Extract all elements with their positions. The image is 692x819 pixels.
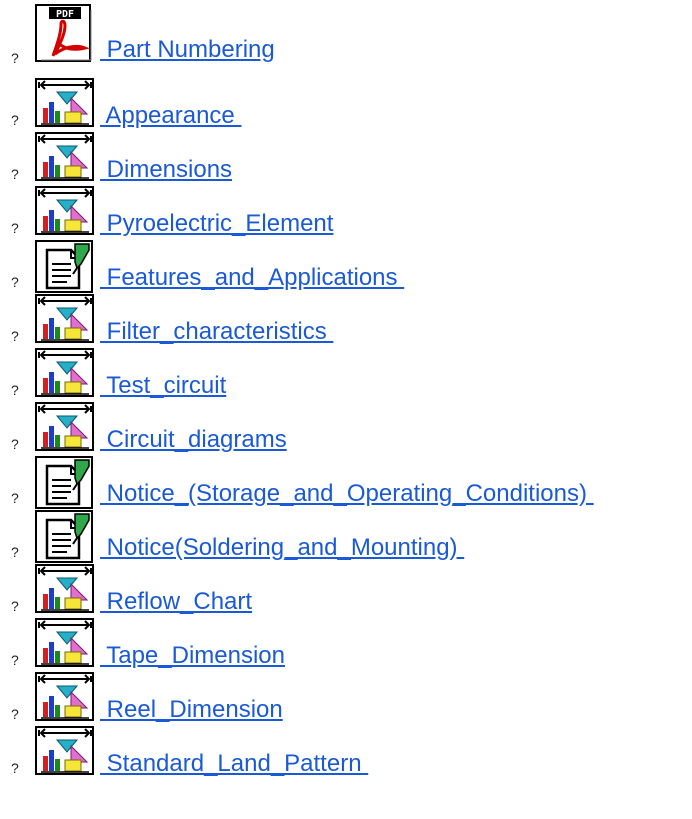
link-row: ? Tape_Dimension <box>0 618 692 674</box>
link-row: ? Test_circuit <box>0 348 692 404</box>
chart-icon[interactable] <box>35 564 95 614</box>
chart-icon[interactable] <box>35 294 95 344</box>
link-pyroelectric-element[interactable]: Pyroelectric_Element <box>100 210 334 238</box>
chart-icon[interactable] <box>35 618 95 668</box>
document-icon[interactable] <box>35 510 95 563</box>
bullet-marker: ? <box>11 382 19 398</box>
link-row: ? Circuit_diagrams <box>0 402 692 458</box>
link-row: ? Filter_characteristics <box>0 294 692 350</box>
chart-icon[interactable] <box>35 402 95 452</box>
bullet-marker: ? <box>11 220 19 236</box>
link-reflow-chart[interactable]: Reflow_Chart <box>100 588 252 616</box>
bullet-marker: ? <box>11 166 19 182</box>
bullet-marker: ? <box>11 706 19 722</box>
link-standard-land-pattern[interactable]: Standard_Land_Pattern <box>100 750 368 778</box>
bullet-marker: ? <box>11 50 19 66</box>
link-notice-storage-and-operating-conditions[interactable]: Notice_(Storage_and_Operating_Conditions… <box>100 480 594 508</box>
document-icon[interactable] <box>35 456 95 509</box>
bullet-marker: ? <box>11 436 19 452</box>
chart-icon[interactable] <box>35 672 95 722</box>
chart-icon[interactable] <box>35 348 95 398</box>
bullet-marker: ? <box>11 544 19 560</box>
link-test-circuit[interactable]: Test_circuit <box>100 372 226 400</box>
link-reel-dimension[interactable]: Reel_Dimension <box>100 696 283 724</box>
chart-icon[interactable] <box>35 132 95 182</box>
link-circuit-diagrams[interactable]: Circuit_diagrams <box>100 426 287 454</box>
link-row: ? Pyroelectric_Element <box>0 186 692 242</box>
svg-text:PDF: PDF <box>56 9 74 20</box>
bullet-marker: ? <box>11 490 19 506</box>
link-row: ? Standard_Land_Pattern <box>0 726 692 782</box>
bullet-marker: ? <box>11 652 19 668</box>
link-appearance[interactable]: Appearance <box>100 102 241 130</box>
link-row: ? PDF Part Numbering <box>0 0 692 66</box>
link-row: ? Dimensions <box>0 132 692 188</box>
bullet-marker: ? <box>11 760 19 776</box>
bullet-marker: ? <box>11 112 19 128</box>
chart-icon[interactable] <box>35 186 95 236</box>
link-row: ? Notice(Soldering_and_Mounting) <box>0 510 692 566</box>
link-row: ? Appearance <box>0 78 692 134</box>
link-features-and-applications[interactable]: Features_and_Applications <box>100 264 404 292</box>
link-row: ? Notice_(Storage_and_Operating_Conditio… <box>0 456 692 512</box>
link-row: ? Features_and_Applications <box>0 240 692 296</box>
chart-icon[interactable] <box>35 78 95 128</box>
link-row: ? Reel_Dimension <box>0 672 692 728</box>
link-filter-characteristics[interactable]: Filter_characteristics <box>100 318 333 346</box>
link-dimensions[interactable]: Dimensions <box>100 156 232 184</box>
pdf-icon[interactable]: PDF <box>35 4 95 62</box>
bullet-marker: ? <box>11 274 19 290</box>
link-tape-dimension[interactable]: Tape_Dimension <box>100 642 285 670</box>
link-notice-soldering-and-mounting[interactable]: Notice(Soldering_and_Mounting) <box>100 534 464 562</box>
link-part-numbering[interactable]: Part Numbering <box>100 36 275 64</box>
chart-icon[interactable] <box>35 726 95 776</box>
document-icon[interactable] <box>35 240 95 293</box>
link-row: ? Reflow_Chart <box>0 564 692 620</box>
bullet-marker: ? <box>11 598 19 614</box>
bullet-marker: ? <box>11 328 19 344</box>
